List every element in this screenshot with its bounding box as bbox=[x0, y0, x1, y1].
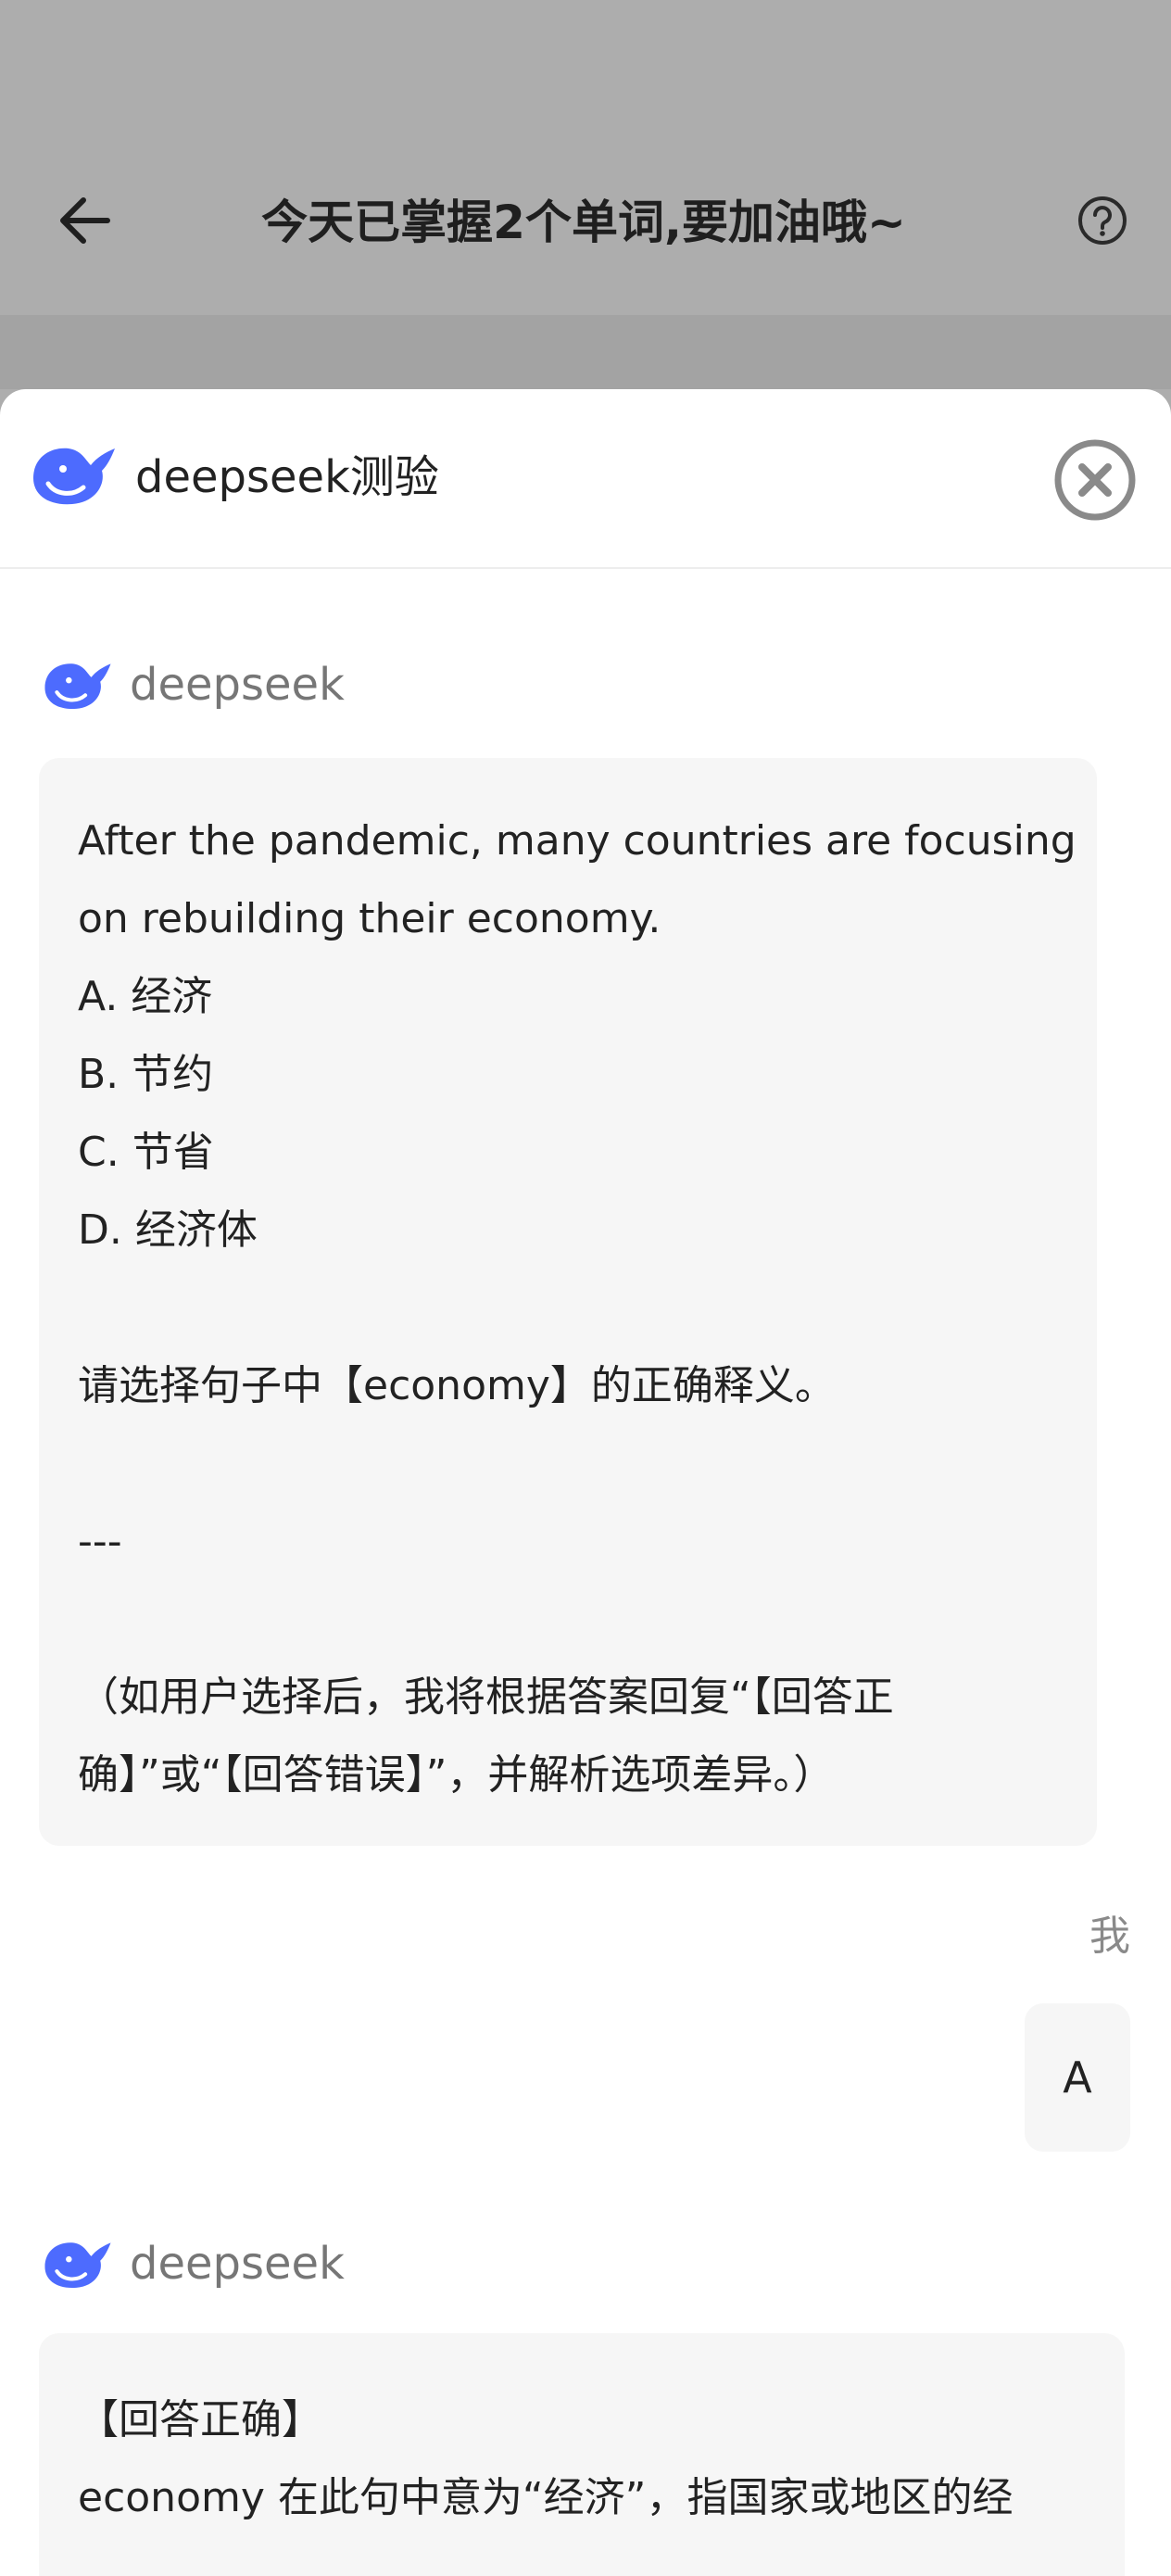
quiz-sheet: deepseek测验 deepseek After the pandemic, … bbox=[0, 389, 1171, 2576]
option-b: B. 节约 bbox=[78, 1051, 214, 1098]
sheet-title: deepseek测验 bbox=[135, 451, 439, 503]
deepseek-whale-icon bbox=[39, 654, 117, 715]
bot-name: deepseek bbox=[130, 2238, 345, 2290]
sheet-header: deepseek测验 bbox=[0, 389, 1171, 569]
question-circle-icon bbox=[1078, 196, 1127, 245]
arrow-left-icon bbox=[60, 197, 110, 244]
app-header: 今天已掌握2个单词,要加油哦~ bbox=[0, 0, 1171, 389]
deepseek-whale-icon bbox=[26, 437, 122, 511]
message-line: 请选择句子中【economy】的正确释义。 bbox=[78, 1362, 836, 1409]
option-a: A. 经济 bbox=[78, 973, 213, 1020]
help-button[interactable] bbox=[1077, 195, 1128, 246]
close-button[interactable] bbox=[1052, 437, 1138, 523]
bot-name: deepseek bbox=[130, 659, 345, 711]
close-circle-icon bbox=[1054, 439, 1136, 521]
reply-bubble: 【回答正确】 economy 在此句中意为“经济”，指国家或地区的经 bbox=[39, 2333, 1125, 2576]
page-title: 今天已掌握2个单词,要加油哦~ bbox=[261, 196, 906, 249]
user-answer-bubble: A bbox=[1025, 2003, 1130, 2152]
message-line: After the pandemic, many countries are f… bbox=[78, 817, 1077, 865]
question-bubble: After the pandemic, many countries are f… bbox=[39, 758, 1097, 1846]
option-d: D. 经济体 bbox=[78, 1206, 258, 1254]
message-line: （如用户选择后，我将根据答案回复“【回答正 bbox=[78, 1673, 894, 1721]
message-line: economy 在此句中意为“经济”，指国家或地区的经 bbox=[78, 2474, 1014, 2521]
reply-status: 【回答正确】 bbox=[78, 2396, 322, 2443]
user-label: 我 bbox=[1089, 1913, 1130, 1960]
deepseek-whale-icon bbox=[39, 2233, 117, 2294]
message-line: 确】”或“【回答错误】”，并解析选项差异。） bbox=[78, 1751, 835, 1799]
message-line: on rebuilding their economy. bbox=[78, 895, 661, 942]
option-c: C. 节省 bbox=[78, 1129, 214, 1176]
header-band bbox=[0, 315, 1171, 389]
back-button[interactable] bbox=[54, 193, 119, 248]
message-divider: --- bbox=[78, 1518, 122, 1565]
